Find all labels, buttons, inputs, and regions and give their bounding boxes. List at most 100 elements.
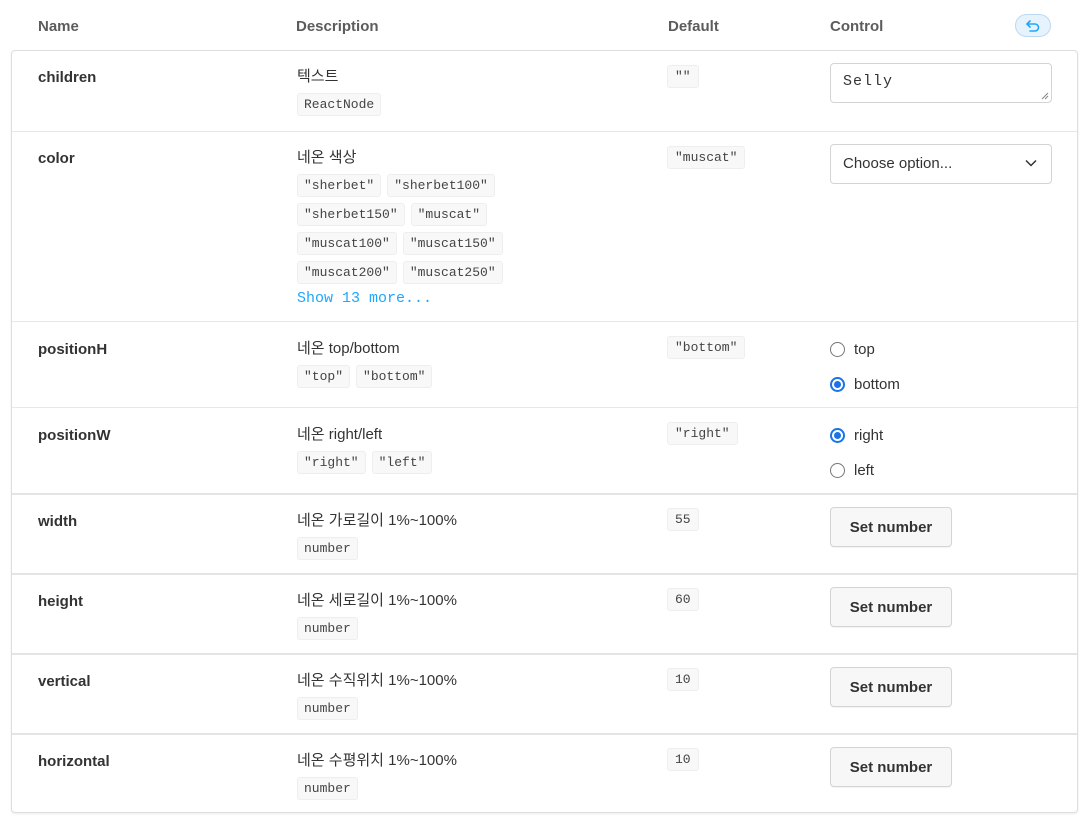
default-value: 60 bbox=[667, 588, 699, 611]
type-tag: "sherbet150" bbox=[297, 203, 405, 226]
type-tag: "left" bbox=[371, 451, 433, 474]
type-tag: "top" bbox=[297, 365, 351, 388]
prop-description: 네온 가로길이 1%~100% number bbox=[297, 511, 547, 560]
type-tag: "muscat100" bbox=[297, 232, 397, 255]
description-text: 네온 right/left bbox=[297, 426, 383, 443]
default-value: "bottom" bbox=[667, 336, 746, 359]
default-value: "muscat" bbox=[667, 146, 746, 169]
textarea-value: Selly bbox=[843, 73, 894, 90]
table-row: vertical 네온 수직위치 1%~100% number 10 Set n… bbox=[12, 653, 1077, 733]
table-row: width 네온 가로길이 1%~100% number 55 Set numb… bbox=[12, 493, 1077, 573]
prop-description: 네온 right/left "right" "left" bbox=[297, 425, 547, 474]
type-tag: number bbox=[297, 537, 358, 560]
undo-arrow-icon bbox=[1026, 19, 1040, 32]
type-list: "top" "bottom" bbox=[297, 365, 542, 388]
prop-name: height bbox=[38, 593, 83, 610]
description-text: 네온 수직위치 1%~100% bbox=[297, 672, 457, 689]
type-list: number bbox=[297, 697, 542, 720]
radio-group-positionH: top bottom bbox=[830, 338, 900, 408]
description-text: 네온 색상 bbox=[297, 149, 357, 166]
default-value: 10 bbox=[667, 668, 699, 691]
radio-label: bottom bbox=[854, 375, 900, 393]
type-tag: number bbox=[297, 697, 358, 720]
show-more-link[interactable]: Show 13 more... bbox=[297, 290, 432, 307]
select-value: Choose option... bbox=[843, 155, 953, 172]
prop-description: 네온 색상 "sherbet" "sherbet100" "sherbet150… bbox=[297, 148, 547, 307]
description-text: 네온 top/bottom bbox=[297, 340, 400, 357]
control-cell: Set number bbox=[830, 507, 952, 547]
radio-button[interactable] bbox=[830, 376, 845, 392]
radio-label: top bbox=[854, 340, 875, 358]
type-tag: "muscat150" bbox=[402, 232, 503, 255]
table-row: color 네온 색상 "sherbet" "sherbet100" "sher… bbox=[12, 131, 1077, 321]
default-value: 55 bbox=[667, 508, 699, 531]
prop-description: 네온 수평위치 1%~100% number bbox=[297, 751, 547, 800]
args-table: children 텍스트 ReactNode "" Selly color 네온… bbox=[11, 50, 1078, 813]
table-row: positionW 네온 right/left "right" "left" "… bbox=[12, 407, 1077, 493]
column-header-name: Name bbox=[38, 18, 79, 35]
radio-button[interactable] bbox=[830, 341, 845, 357]
type-list: ReactNode bbox=[297, 93, 542, 116]
type-tag: number bbox=[297, 617, 358, 640]
prop-name: horizontal bbox=[38, 753, 110, 770]
table-row: positionH 네온 top/bottom "top" "bottom" "… bbox=[12, 321, 1077, 407]
radio-button[interactable] bbox=[830, 462, 845, 478]
prop-name: positionH bbox=[38, 341, 108, 358]
prop-name: positionW bbox=[38, 427, 111, 444]
default-value: "right" bbox=[667, 422, 738, 445]
type-tag: "muscat200" bbox=[297, 261, 397, 284]
type-list: "sherbet" "sherbet100" "sherbet150" "mus… bbox=[297, 174, 542, 284]
prop-name: children bbox=[38, 69, 97, 86]
radio-group-positionW: right left bbox=[830, 424, 883, 494]
reset-controls-button[interactable] bbox=[1015, 14, 1051, 37]
control-cell: Set number bbox=[830, 747, 952, 787]
default-value: "" bbox=[667, 65, 699, 88]
prop-name: vertical bbox=[38, 673, 91, 690]
prop-name: width bbox=[38, 513, 78, 530]
color-select[interactable]: Choose option... bbox=[830, 144, 1052, 184]
prop-name: color bbox=[38, 150, 75, 167]
type-tag: "muscat250" bbox=[402, 261, 503, 284]
radio-option-left[interactable]: left bbox=[830, 459, 883, 481]
type-list: "right" "left" bbox=[297, 451, 542, 474]
description-text: 네온 가로길이 1%~100% bbox=[297, 512, 457, 529]
prop-description: 텍스트 ReactNode bbox=[297, 67, 547, 116]
radio-option-bottom[interactable]: bottom bbox=[830, 373, 900, 395]
prop-description: 네온 수직위치 1%~100% number bbox=[297, 671, 547, 720]
control-cell: Selly bbox=[830, 63, 1052, 103]
radio-label: right bbox=[854, 426, 884, 444]
set-number-button[interactable]: Set number bbox=[830, 587, 952, 627]
table-row: horizontal 네온 수평위치 1%~100% number 10 Set… bbox=[12, 733, 1077, 812]
radio-label: left bbox=[854, 461, 875, 479]
set-number-button[interactable]: Set number bbox=[830, 747, 952, 787]
type-tag: "right" bbox=[297, 451, 366, 474]
radio-option-top[interactable]: top bbox=[830, 338, 900, 360]
type-tag: ReactNode bbox=[297, 93, 382, 116]
table-row: children 텍스트 ReactNode "" Selly bbox=[12, 51, 1077, 131]
type-list: number bbox=[297, 537, 542, 560]
set-number-button[interactable]: Set number bbox=[830, 667, 952, 707]
resize-handle-icon[interactable] bbox=[1041, 92, 1049, 100]
column-header-description: Description bbox=[296, 18, 379, 35]
description-text: 네온 수평위치 1%~100% bbox=[297, 752, 457, 769]
radio-option-right[interactable]: right bbox=[830, 424, 883, 446]
prop-description: 네온 세로길이 1%~100% number bbox=[297, 591, 547, 640]
children-textarea[interactable]: Selly bbox=[830, 63, 1052, 103]
chevron-down-icon bbox=[1025, 159, 1037, 167]
control-cell: Set number bbox=[830, 667, 952, 707]
control-cell: Choose option... bbox=[830, 144, 1052, 184]
table-row: height 네온 세로길이 1%~100% number 60 Set num… bbox=[12, 573, 1077, 653]
set-number-button[interactable]: Set number bbox=[830, 507, 952, 547]
radio-button[interactable] bbox=[830, 427, 845, 443]
description-text: 텍스트 bbox=[297, 68, 339, 85]
column-header-default: Default bbox=[668, 18, 719, 35]
type-tag: number bbox=[297, 777, 358, 800]
type-tag: "bottom" bbox=[356, 365, 433, 388]
type-tag: "sherbet100" bbox=[387, 174, 495, 197]
table-header: Name Description Default Control bbox=[0, 0, 1080, 50]
description-text: 네온 세로길이 1%~100% bbox=[297, 592, 457, 609]
column-header-control: Control bbox=[830, 18, 884, 35]
default-value: 10 bbox=[667, 748, 699, 771]
type-tag: "sherbet" bbox=[297, 174, 382, 197]
type-tag: "muscat" bbox=[410, 203, 488, 226]
